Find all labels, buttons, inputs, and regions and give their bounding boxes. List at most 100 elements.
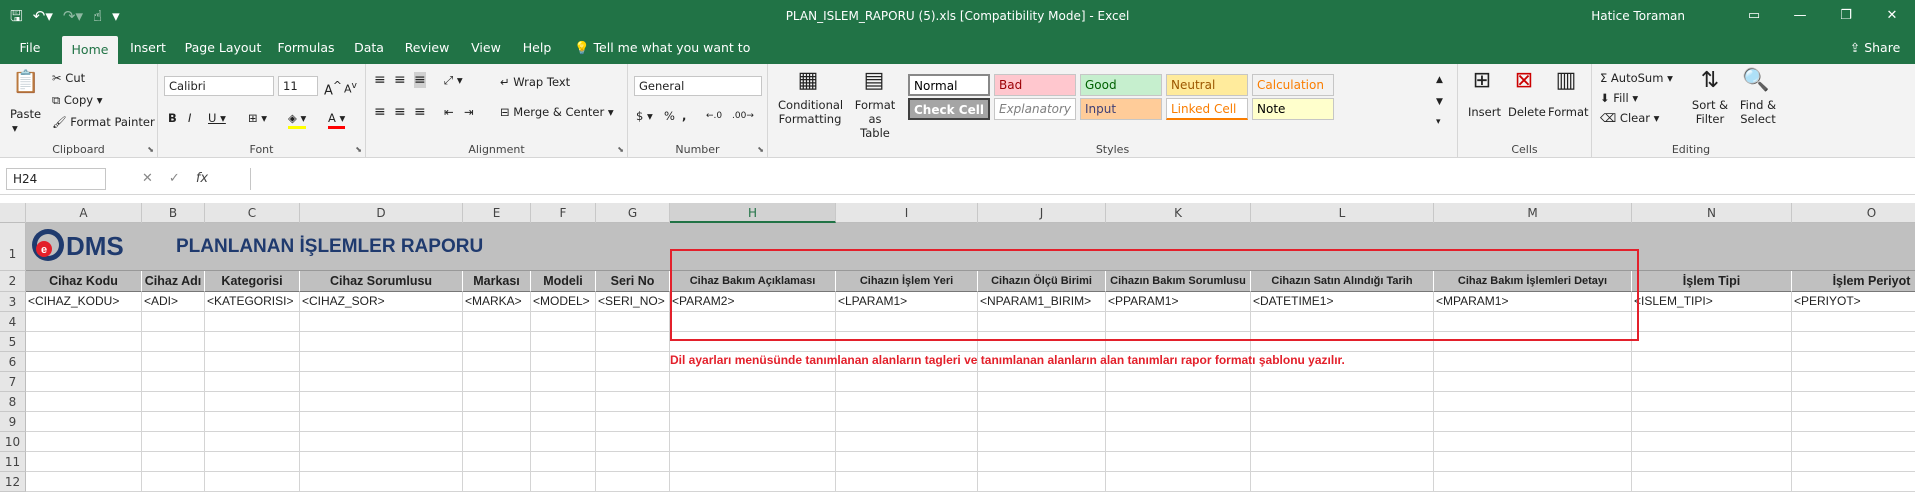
- empty-cell[interactable]: [978, 452, 1106, 472]
- empty-cell[interactable]: [26, 332, 142, 352]
- empty-cell[interactable]: [205, 392, 300, 412]
- delete-cells-icon[interactable]: ⊠: [1506, 68, 1542, 94]
- row-header-4[interactable]: 4: [0, 312, 26, 332]
- empty-cell[interactable]: [1792, 312, 1915, 332]
- column-header-j[interactable]: J: [978, 203, 1106, 223]
- empty-cell[interactable]: [670, 472, 836, 492]
- empty-cell[interactable]: [463, 332, 531, 352]
- shrink-font-icon[interactable]: Av: [344, 78, 357, 98]
- autosum-button[interactable]: Σ AutoSum ▾: [1600, 70, 1673, 86]
- find-select-button[interactable]: Find & Select: [1736, 98, 1780, 126]
- format-as-table-icon[interactable]: ▤: [854, 68, 894, 94]
- empty-cell[interactable]: [596, 332, 670, 352]
- data-cell[interactable]: <SERI_NO>: [596, 292, 670, 312]
- empty-cell[interactable]: [1632, 452, 1792, 472]
- empty-cell[interactable]: [142, 312, 205, 332]
- empty-cell[interactable]: [836, 392, 978, 412]
- empty-cell[interactable]: [300, 432, 463, 452]
- empty-cell[interactable]: [1434, 472, 1632, 492]
- minimize-icon[interactable]: —: [1777, 0, 1823, 32]
- cell-style-bad[interactable]: Bad: [994, 74, 1076, 96]
- empty-cell[interactable]: [26, 452, 142, 472]
- wrap-text-button[interactable]: ↵ Wrap Text: [500, 74, 570, 90]
- header-cell[interactable]: İşlem Tipi: [1632, 271, 1792, 292]
- empty-cell[interactable]: [531, 472, 596, 492]
- empty-cell[interactable]: [1434, 392, 1632, 412]
- comma-icon[interactable]: ,: [682, 108, 686, 124]
- empty-cell[interactable]: [142, 392, 205, 412]
- header-cell[interactable]: Markası: [463, 271, 531, 292]
- share-button[interactable]: ⇪ Share: [1845, 32, 1905, 64]
- empty-cell[interactable]: [531, 432, 596, 452]
- empty-cell[interactable]: [26, 412, 142, 432]
- empty-cell[interactable]: [1792, 352, 1915, 372]
- increase-indent-icon[interactable]: ⇥: [464, 104, 474, 120]
- empty-cell[interactable]: [531, 332, 596, 352]
- data-cell[interactable]: <CIHAZ_SOR>: [300, 292, 463, 312]
- empty-cell[interactable]: [670, 372, 836, 392]
- data-cell[interactable]: <PERIYOT>: [1792, 292, 1915, 312]
- data-cell[interactable]: <MODEL>: [531, 292, 596, 312]
- cell-style-explanatory[interactable]: Explanatory ...: [994, 98, 1076, 120]
- header-cell[interactable]: Cihaz Adı: [142, 271, 205, 292]
- sort-filter-icon[interactable]: ⇅: [1692, 68, 1728, 94]
- empty-cell[interactable]: [531, 392, 596, 412]
- header-cell[interactable]: Modeli: [531, 271, 596, 292]
- empty-cell[interactable]: [142, 452, 205, 472]
- conditional-formatting-icon[interactable]: ▦: [788, 68, 828, 94]
- row-header-6[interactable]: 6: [0, 352, 26, 372]
- empty-cell[interactable]: [26, 392, 142, 412]
- row-header-8[interactable]: 8: [0, 392, 26, 412]
- insert-cells-icon[interactable]: ⊞: [1464, 68, 1500, 94]
- select-all-corner[interactable]: [0, 203, 26, 223]
- empty-cell[interactable]: [1251, 472, 1434, 492]
- paste-icon[interactable]: 📋: [8, 70, 44, 96]
- column-header-o[interactable]: O: [1792, 203, 1915, 223]
- header-cell[interactable]: Cihaz Kodu: [26, 271, 142, 292]
- empty-cell[interactable]: [463, 472, 531, 492]
- empty-cell[interactable]: [1632, 352, 1792, 372]
- empty-cell[interactable]: [531, 352, 596, 372]
- empty-cell[interactable]: [596, 472, 670, 492]
- gallery-more-icon[interactable]: ▾: [1436, 114, 1441, 130]
- data-cell[interactable]: <CIHAZ_KODU>: [26, 292, 142, 312]
- align-bottom-icon[interactable]: ≡: [414, 72, 426, 88]
- empty-cell[interactable]: [26, 432, 142, 452]
- column-header-d[interactable]: D: [300, 203, 463, 223]
- empty-cell[interactable]: [463, 312, 531, 332]
- gallery-up-icon[interactable]: ▲: [1436, 72, 1443, 88]
- align-right-icon[interactable]: ≡: [414, 104, 426, 120]
- empty-cell[interactable]: [300, 332, 463, 352]
- merge-center-button[interactable]: ⊟ Merge & Center ▾: [500, 104, 614, 120]
- empty-cell[interactable]: [1106, 392, 1251, 412]
- empty-cell[interactable]: [26, 372, 142, 392]
- column-header-b[interactable]: B: [142, 203, 205, 223]
- font-size-select[interactable]: 11: [278, 76, 318, 96]
- empty-cell[interactable]: [836, 452, 978, 472]
- empty-cell[interactable]: [1106, 472, 1251, 492]
- empty-cell[interactable]: [1792, 412, 1915, 432]
- align-center-icon[interactable]: ≡: [394, 104, 406, 120]
- column-header-k[interactable]: K: [1106, 203, 1251, 223]
- header-cell[interactable]: Seri No: [596, 271, 670, 292]
- number-format-select[interactable]: General: [634, 76, 762, 96]
- header-cell[interactable]: Cihaz Sorumlusu: [300, 271, 463, 292]
- empty-cell[interactable]: [205, 472, 300, 492]
- empty-cell[interactable]: [531, 412, 596, 432]
- empty-cell[interactable]: [1792, 432, 1915, 452]
- empty-cell[interactable]: [463, 392, 531, 412]
- empty-cell[interactable]: [1792, 392, 1915, 412]
- empty-cell[interactable]: [26, 472, 142, 492]
- underline-icon[interactable]: U ▾: [208, 110, 226, 126]
- insert-cells-button[interactable]: Insert: [1468, 104, 1501, 120]
- insert-function-icon[interactable]: fx: [196, 168, 208, 190]
- row-header-9[interactable]: 9: [0, 412, 26, 432]
- decrease-indent-icon[interactable]: ⇤: [444, 104, 454, 120]
- fill-button[interactable]: ⬇ Fill ▾: [1600, 90, 1638, 106]
- tab-file[interactable]: File: [10, 32, 50, 64]
- empty-cell[interactable]: [670, 392, 836, 412]
- column-header-i[interactable]: I: [836, 203, 978, 223]
- empty-cell[interactable]: [596, 452, 670, 472]
- row-header-1[interactable]: 1: [0, 223, 26, 271]
- empty-cell[interactable]: [978, 432, 1106, 452]
